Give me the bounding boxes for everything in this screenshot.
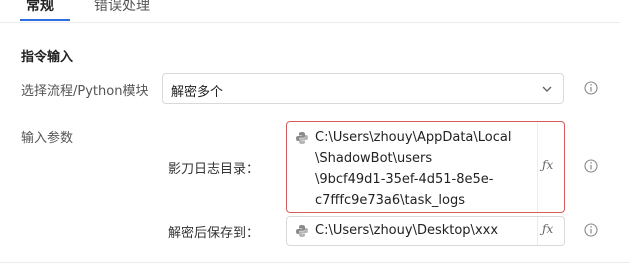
fx-icon: ƒx — [542, 222, 554, 236]
log-dir-value: C:\Users\zhouy\AppData\Local \ShadowBot\… — [315, 127, 539, 211]
log-dir-line: \ShadowBot\users — [315, 151, 433, 166]
info-icon[interactable] — [584, 223, 598, 237]
log-dir-label: 影刀日志目录： — [168, 162, 260, 177]
save-to-field[interactable]: C:\Users\zhouy\Desktop\xxx ƒx — [286, 216, 565, 246]
tab-error-handling[interactable]: 错误处理 — [94, 0, 150, 16]
tab-bar: 常规 错误处理 — [0, 0, 620, 23]
fx-button[interactable]: ƒx — [537, 122, 564, 212]
log-dir-line: \9bcf49d1-35ef-4d51-8e5e- — [315, 172, 494, 187]
active-tab-indicator — [20, 19, 70, 21]
section-title: 指令输入 — [21, 50, 74, 65]
log-dir-line: c7fffc9e73a6\task_logs — [315, 193, 465, 208]
log-dir-line: C:\Users\zhouy\AppData\Local — [315, 130, 512, 145]
fx-icon: ƒx — [542, 158, 554, 172]
log-dir-field[interactable]: C:\Users\zhouy\AppData\Local \ShadowBot\… — [286, 121, 565, 213]
flow-select[interactable]: 解密多个 — [162, 73, 564, 104]
tab-general[interactable]: 常规 — [26, 0, 54, 16]
info-icon[interactable] — [584, 159, 598, 173]
python-icon — [296, 132, 308, 144]
save-to-value: C:\Users\zhouy\Desktop\xxx — [315, 223, 499, 238]
flow-select-value: 解密多个 — [171, 85, 224, 100]
flow-select-label: 选择流程/Python模块 — [21, 84, 149, 99]
save-to-label: 解密后保存到： — [168, 226, 260, 241]
input-params-label: 输入参数 — [21, 131, 74, 146]
divider — [0, 262, 630, 263]
python-icon — [296, 225, 308, 237]
chevron-down-icon — [542, 86, 552, 92]
fx-button[interactable]: ƒx — [537, 217, 564, 245]
info-icon[interactable] — [584, 81, 598, 95]
